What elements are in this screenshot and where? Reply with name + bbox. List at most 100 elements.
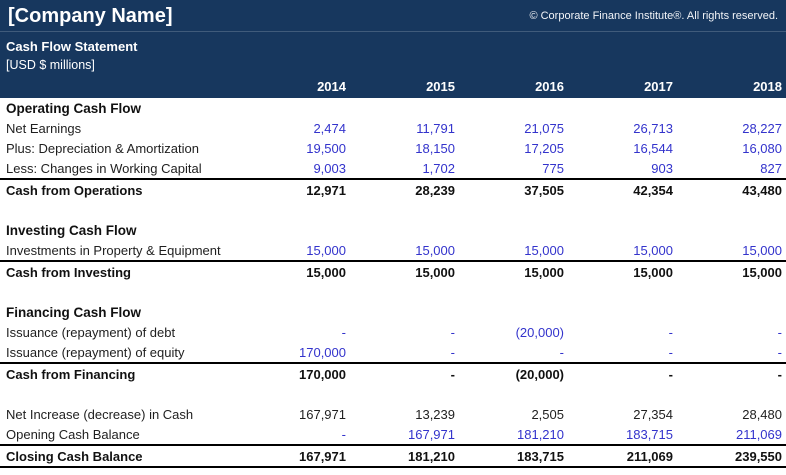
table-row [0, 282, 786, 302]
input-value-cell[interactable]: 15,000 [350, 240, 459, 261]
input-value-cell[interactable]: 167,971 [350, 424, 459, 445]
value-cell [459, 98, 568, 118]
value-cell [568, 98, 677, 118]
input-value-cell[interactable]: - [241, 322, 350, 342]
value-cell: 170,000 [241, 362, 350, 384]
table-row: Plus: Depreciation & Amortization 19,500 1… [0, 138, 786, 158]
input-value-cell[interactable]: 26,713 [568, 118, 677, 138]
value-cell [459, 302, 568, 322]
value-cell: (20,000) [459, 362, 568, 384]
value-cell: 13,239 [415, 406, 455, 422]
table-row: Investing Cash Flow [0, 220, 786, 240]
value-cell: 37,505 [459, 178, 568, 200]
value-cell: 12,971 [241, 178, 350, 200]
row-label: Investments in Property & Equipment [6, 242, 221, 258]
row-label: Plus: Depreciation & Amortization [6, 140, 199, 156]
input-value-cell[interactable]: 170,000 [241, 342, 350, 363]
input-value-cell[interactable]: 19,500 [241, 138, 350, 158]
table-row: Cash from Operations 12,971 28,239 37,505 42… [0, 178, 786, 200]
input-value-cell[interactable]: 1,702 [350, 158, 459, 179]
input-value-cell[interactable]: 11,791 [350, 118, 459, 138]
input-value-cell[interactable]: - [568, 322, 677, 342]
input-value-cell[interactable]: - [677, 342, 786, 363]
value-cell: 15,000 [677, 260, 786, 282]
value-cell: - [677, 362, 786, 384]
copyright-notice: © Corporate Finance Institute®. All righ… [529, 10, 778, 22]
value-cell: 43,480 [677, 178, 786, 200]
input-value-cell[interactable]: 183,715 [568, 424, 677, 445]
row-label [0, 282, 241, 302]
year-column-header: 2014 [317, 78, 346, 94]
year-header-spacer [0, 76, 241, 98]
value-cell: 167,971 [241, 444, 350, 468]
value-cell [677, 98, 786, 118]
value-cell [350, 220, 459, 240]
value-cell [241, 384, 350, 404]
input-value-cell[interactable]: 15,000 [241, 240, 350, 261]
input-value-cell[interactable]: 18,150 [350, 138, 459, 158]
year-column-header: 2018 [753, 78, 782, 94]
row-label: Opening Cash Balance [6, 426, 140, 442]
value-cell [350, 98, 459, 118]
year-column-header: 2017 [644, 78, 673, 94]
value-cell: 183,715 [459, 444, 568, 468]
input-value-cell[interactable]: 211,069 [677, 424, 786, 445]
value-cell [241, 302, 350, 322]
value-cell: 15,000 [350, 260, 459, 282]
input-value-cell[interactable]: - [241, 424, 350, 445]
value-cell: - [350, 362, 459, 384]
input-value-cell[interactable]: (20,000) [459, 322, 568, 342]
input-value-cell[interactable]: 15,000 [459, 240, 568, 261]
value-cell: 2,505 [531, 406, 564, 422]
value-cell [241, 282, 350, 302]
header-banner: [Company Name] © Corporate Finance Insti… [0, 0, 786, 76]
value-cell [677, 220, 786, 240]
value-cell: 42,354 [568, 178, 677, 200]
value-cell [350, 200, 459, 220]
input-value-cell[interactable]: 16,080 [677, 138, 786, 158]
row-label [0, 200, 241, 220]
value-cell: 27,354 [633, 406, 673, 422]
value-cell: 167,971 [299, 406, 346, 422]
input-value-cell[interactable]: 827 [677, 158, 786, 179]
row-label: Cash from Financing [0, 362, 241, 384]
value-cell [677, 282, 786, 302]
value-cell [459, 200, 568, 220]
value-cell: 15,000 [459, 260, 568, 282]
row-label: Issuance (repayment) of debt [6, 324, 176, 340]
value-cell: 15,000 [241, 260, 350, 282]
table-row [0, 384, 786, 404]
input-value-cell[interactable]: 9,003 [241, 158, 350, 179]
value-cell [568, 302, 677, 322]
value-cell [677, 302, 786, 322]
input-value-cell[interactable]: - [350, 342, 459, 363]
row-label: Financing Cash Flow [6, 304, 142, 320]
row-label: Cash from Investing [0, 260, 241, 282]
cash-flow-statement-sheet: [Company Name] © Corporate Finance Insti… [0, 0, 786, 468]
value-cell: - [568, 362, 677, 384]
input-value-cell[interactable]: 15,000 [677, 240, 786, 261]
input-value-cell[interactable]: 903 [568, 158, 677, 179]
value-cell [459, 220, 568, 240]
input-value-cell[interactable]: 2,474 [241, 118, 350, 138]
input-value-cell[interactable]: - [568, 342, 677, 363]
value-cell [677, 384, 786, 404]
table-row: Less: Changes in Working Capital 9,003 1,7… [0, 158, 786, 179]
value-cell [568, 282, 677, 302]
year-column-header: 2016 [535, 78, 564, 94]
input-value-cell[interactable]: - [677, 322, 786, 342]
input-value-cell[interactable]: 16,544 [568, 138, 677, 158]
input-value-cell[interactable]: 181,210 [459, 424, 568, 445]
input-value-cell[interactable]: - [459, 342, 568, 363]
input-value-cell[interactable]: 17,205 [459, 138, 568, 158]
value-cell: 28,239 [350, 178, 459, 200]
table-row: Operating Cash Flow [0, 98, 786, 118]
input-value-cell[interactable]: 15,000 [568, 240, 677, 261]
statement-title: Cash Flow Statement [6, 39, 138, 54]
input-value-cell[interactable]: 775 [459, 158, 568, 179]
input-value-cell[interactable]: - [350, 322, 459, 342]
table-row: Issuance (repayment) of debt - - (20,000) - - [0, 322, 786, 342]
table-row: Financing Cash Flow [0, 302, 786, 322]
input-value-cell[interactable]: 28,227 [677, 118, 786, 138]
input-value-cell[interactable]: 21,075 [459, 118, 568, 138]
